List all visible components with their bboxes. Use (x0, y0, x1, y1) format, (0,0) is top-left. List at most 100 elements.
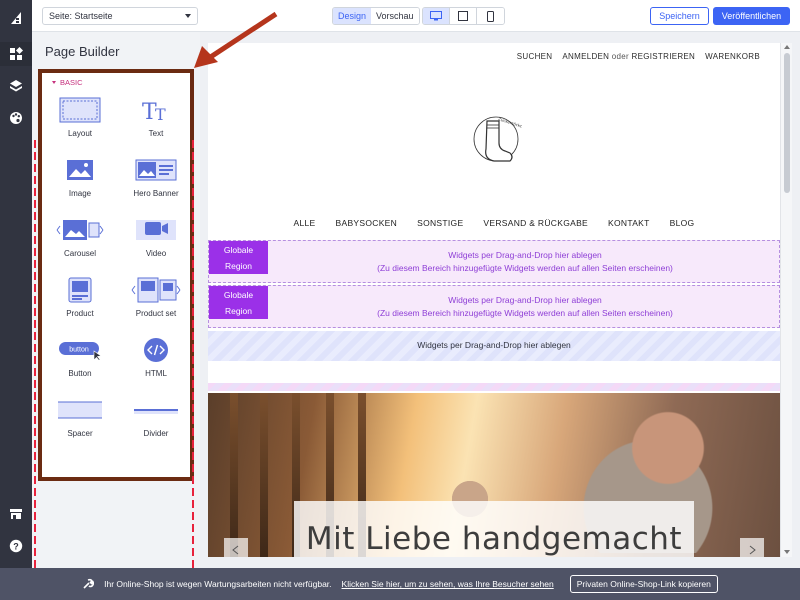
basic-section-header[interactable]: BASIC (52, 78, 83, 87)
bigcommerce-logo-icon[interactable] (6, 8, 26, 28)
store-logo[interactable]: Zuckersöckchen (470, 113, 531, 169)
nav-item-baby-socks[interactable]: BABYSOCKEN (336, 218, 398, 228)
copy-private-link-button[interactable]: Privaten Online-Shop-Link kopieren (569, 575, 718, 593)
desktop-icon (430, 11, 442, 21)
global-region-2[interactable]: Globale Region Widgets per Drag-and-Drop… (208, 285, 780, 328)
widget-button[interactable]: button Button (44, 331, 116, 389)
account-links: ANMELDEN oder REGISTRIEREN (562, 52, 695, 61)
carousel-next-button[interactable] (740, 538, 764, 557)
spacer-icon (58, 395, 102, 425)
svg-text:Zuckersöckchen: Zuckersöckchen (498, 116, 522, 131)
svg-text:?: ? (13, 542, 19, 552)
left-rail: ? (0, 0, 32, 568)
scroll-down-icon[interactable] (784, 550, 790, 554)
nav-item-blog[interactable]: BLOG (670, 218, 695, 228)
button-icon: button (58, 335, 102, 365)
hero-image-detail (260, 393, 268, 557)
widget-carousel[interactable]: Carousel (44, 211, 116, 269)
tablet-icon (458, 11, 468, 21)
widget-label: Video (145, 249, 167, 258)
nav-item-all[interactable]: ALLE (294, 218, 316, 228)
tablet-view-button[interactable] (450, 8, 477, 24)
publish-button[interactable]: Veröffentlichen (713, 7, 790, 25)
store-icon[interactable] (6, 504, 26, 524)
tag-line: Region (225, 306, 252, 316)
palette-icon[interactable] (6, 108, 26, 128)
global-region-tag: Globale Region (209, 286, 268, 319)
nav-item-other[interactable]: SONSTIGE (417, 218, 463, 228)
layers-icon[interactable] (6, 76, 26, 96)
register-link[interactable]: REGISTRIEREN (632, 52, 696, 61)
hero-heading: Mit Liebe handgemacht (305, 521, 683, 557)
carousel-prev-button[interactable] (224, 538, 248, 557)
drop-zone-hint: Widgets per Drag-and-Drop hier ablegen (417, 340, 571, 350)
basic-section-label: BASIC (60, 78, 83, 87)
product-set-icon (126, 275, 186, 305)
device-toggle (422, 7, 505, 25)
visitor-view-link[interactable]: Klicken Sie hier, um zu sehen, was Ihre … (342, 579, 554, 589)
nav-item-contact[interactable]: KONTAKT (608, 218, 650, 228)
widgets-icon[interactable] (0, 42, 32, 66)
mode-toggle: Design Vorschau (332, 7, 420, 25)
panel-title: Page Builder (45, 44, 120, 59)
hero-image-detail (230, 393, 238, 557)
svg-text:T: T (155, 105, 166, 123)
widget-label: HTML (145, 369, 167, 378)
page-builder-panel: Page Builder BASIC Layout TT Text Image (32, 32, 200, 568)
global-region-1[interactable]: Globale Region Widgets per Drag-and-Drop… (208, 240, 780, 283)
widget-text[interactable]: TT Text (120, 91, 192, 149)
store-header-links: SUCHEN ANMELDEN oder REGISTRIEREN WARENK… (517, 52, 760, 61)
design-mode-button[interactable]: Design (333, 8, 372, 24)
desktop-view-button[interactable] (423, 8, 450, 24)
mobile-icon (487, 10, 494, 22)
widget-product[interactable]: Product (44, 271, 116, 329)
widget-spacer[interactable]: Spacer (44, 391, 116, 449)
help-icon[interactable]: ? (6, 536, 26, 556)
scroll-thumb[interactable] (784, 53, 790, 193)
hero-banner[interactable]: Mit Liebe handgemacht (208, 393, 780, 557)
collapse-caret-icon (52, 81, 56, 84)
scroll-up-icon[interactable] (784, 45, 790, 49)
widget-drop-zone[interactable]: Widgets per Drag-and-Drop hier ablegen (208, 331, 780, 361)
widget-video[interactable]: Video (120, 211, 192, 269)
widget-layout[interactable]: Layout (44, 91, 116, 149)
glitch-artifact (34, 140, 36, 570)
save-button[interactable]: Speichern (650, 7, 709, 25)
product-icon (58, 275, 102, 305)
drop-hint-line: Widgets per Drag-and-Drop hier ablegen (448, 295, 602, 305)
global-region-tag: Globale Region (209, 241, 268, 274)
chevron-right-icon (749, 545, 756, 555)
preview-mode-button[interactable]: Vorschau (371, 8, 419, 24)
drop-hint-line: Widgets per Drag-and-Drop hier ablegen (448, 250, 602, 260)
widget-image[interactable]: Image (44, 151, 116, 209)
mobile-view-button[interactable] (477, 8, 504, 24)
page-select-value: Seite: Startseite (49, 11, 113, 21)
nav-item-shipping-returns[interactable]: VERSAND & RÜCKGABE (483, 218, 588, 228)
tag-line: Globale (223, 290, 254, 300)
widget-label: Product set (135, 309, 177, 318)
wrench-icon (83, 578, 95, 589)
cart-link[interactable]: WARENKORB (705, 52, 760, 61)
widget-label: Image (68, 189, 92, 198)
store-main-nav: ALLE BABYSOCKEN SONSTIGE VERSAND & RÜCKG… (208, 218, 780, 228)
search-link[interactable]: SUCHEN (517, 52, 553, 61)
svg-text:button: button (69, 347, 89, 354)
widget-label: Button (68, 369, 92, 378)
widget-hero-banner[interactable]: Hero Banner (120, 151, 192, 209)
chevron-left-icon (232, 545, 239, 555)
maintenance-message: Ihr Online-Shop ist wegen Wartungsarbeit… (104, 579, 332, 589)
widget-html[interactable]: HTML (120, 331, 192, 389)
or-text: oder (611, 52, 629, 61)
login-link[interactable]: ANMELDEN (562, 52, 609, 61)
page-select[interactable]: Seite: Startseite (42, 7, 198, 25)
widget-label: Carousel (63, 249, 96, 258)
layout-icon (58, 95, 102, 125)
widget-product-set[interactable]: Product set (120, 271, 192, 329)
drop-hint-note: (Zu diesem Bereich hinzugefügte Widgets … (377, 308, 673, 318)
hero-banner-icon (134, 155, 178, 185)
store-preview: SUCHEN ANMELDEN oder REGISTRIEREN WARENK… (208, 43, 780, 557)
text-icon: TT (134, 95, 178, 125)
widget-label: Layout (67, 129, 93, 138)
canvas-scrollbar[interactable] (780, 43, 792, 557)
widget-divider[interactable]: Divider (120, 391, 192, 449)
